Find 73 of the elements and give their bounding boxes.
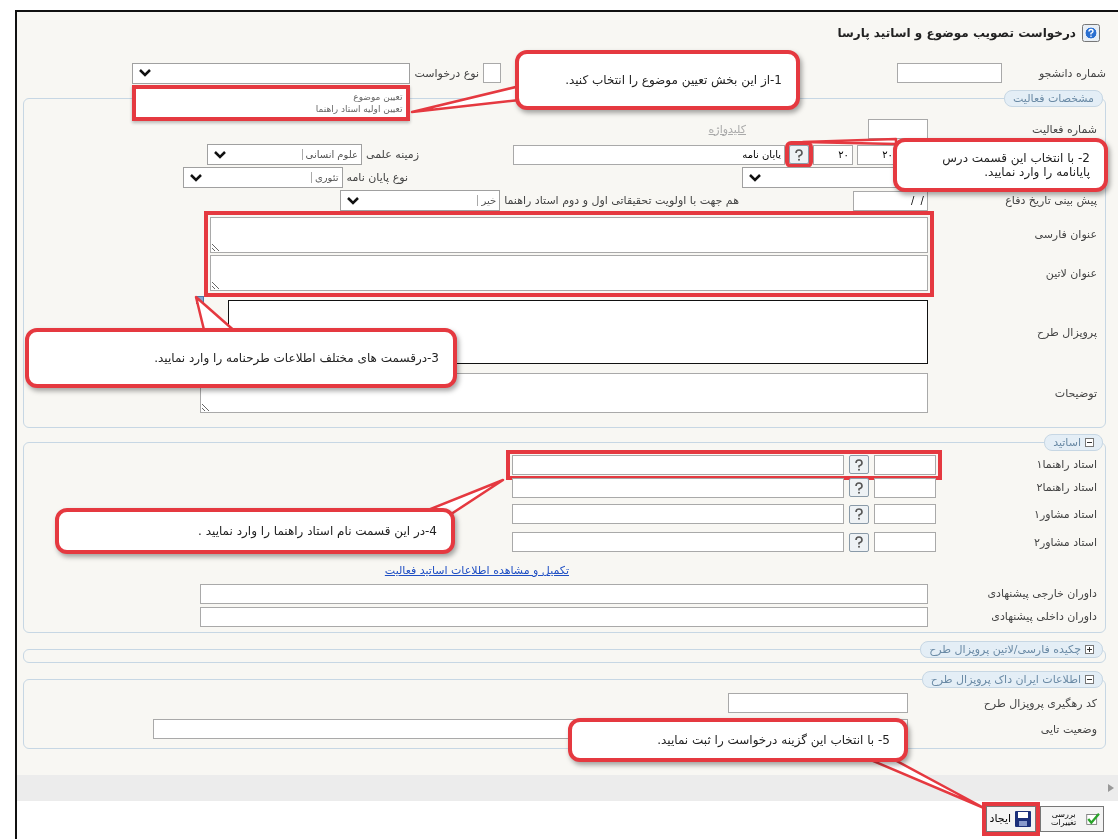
chevron-down-icon xyxy=(139,69,152,77)
collapse-icon[interactable] xyxy=(1085,438,1094,447)
text-field[interactable] xyxy=(728,693,908,713)
dropdown-option[interactable]: تعیین اولیه استاد راهنما xyxy=(138,102,405,115)
text-field[interactable] xyxy=(200,583,928,604)
help-button[interactable] xyxy=(849,532,869,552)
field-label: شماره دانشجو xyxy=(1037,66,1106,80)
professors-info-link[interactable]: تکمیل و مشاهده اطلاعات اساتید فعالیت xyxy=(384,564,569,577)
text-field[interactable] xyxy=(200,606,928,627)
review-button[interactable]: بررسی تغییرات xyxy=(1040,806,1104,832)
text-field[interactable]: ۲۰ xyxy=(813,144,853,165)
field-label: نوع درخواست xyxy=(414,66,479,80)
field-label: استاد راهنما۱ xyxy=(1035,458,1097,471)
text-field[interactable] xyxy=(897,63,1002,83)
dropdown[interactable] xyxy=(742,167,897,188)
text-field[interactable] xyxy=(868,119,928,139)
section-legend: مشخصات فعالیت xyxy=(1004,90,1103,107)
dropdown-option[interactable]: تعیین موضوع xyxy=(138,90,405,103)
text-field[interactable] xyxy=(874,477,936,498)
legend-text: اساتید xyxy=(1053,436,1081,449)
field-label: کد رهگیری پروپزال طرح xyxy=(982,696,1097,710)
text-field[interactable]: پایان نامه xyxy=(513,144,785,165)
collapse-icon[interactable] xyxy=(1085,675,1094,684)
field-label: پروپزال طرح xyxy=(1035,325,1097,339)
help-icon xyxy=(854,536,864,548)
field-label: استاد مشاور۱ xyxy=(1033,507,1097,521)
callout-tooltip: 1-از این بخش تعیین موضوع را انتخاب کنید. xyxy=(515,50,800,110)
dropdown[interactable]: علوم انسانی xyxy=(207,144,362,165)
help-icon xyxy=(854,458,864,471)
text-field[interactable] xyxy=(512,454,844,475)
dropdown[interactable]: خیر xyxy=(340,190,501,211)
chevron-down-icon xyxy=(749,173,761,182)
text-field[interactable] xyxy=(512,532,844,552)
text-field[interactable] xyxy=(512,477,844,498)
field-label: عنوان لاتین xyxy=(1044,267,1097,280)
date-field[interactable]: / / xyxy=(853,190,928,211)
text-field[interactable] xyxy=(874,504,936,524)
help-button[interactable] xyxy=(849,504,869,524)
horizontal-scrollbar[interactable] xyxy=(17,775,1118,801)
help-icon xyxy=(854,481,864,494)
help-button[interactable] xyxy=(849,455,869,474)
text-field[interactable] xyxy=(874,454,936,475)
legend-text: چکیده فارسی/لاتین پروپزال طرح xyxy=(929,643,1081,656)
dropdown[interactable]: تئوری xyxy=(182,167,343,188)
help-icon xyxy=(794,148,804,161)
legend-text: اطلاعات ایران داک پروپزال طرح xyxy=(930,673,1081,686)
field-label: زمینه علمی xyxy=(366,148,419,161)
checkmark-icon xyxy=(1086,810,1100,828)
field-label: نوع پایان نامه xyxy=(346,171,408,184)
field-label: وضعیت تایی xyxy=(1039,722,1097,736)
chevron-down-icon xyxy=(214,150,226,159)
chevron-down-icon xyxy=(347,196,360,205)
help-button[interactable] xyxy=(849,478,869,497)
field-label: هم جهت با اولویت تحقیقاتی اول و دوم استاد راهنما xyxy=(504,194,739,207)
callout-tooltip: 5- با انتخاب این گزینه درخواست را ثبت نمایید. xyxy=(568,718,908,762)
text-field[interactable] xyxy=(512,504,844,524)
text-field[interactable] xyxy=(874,532,936,552)
field-label: توضیحات xyxy=(1053,386,1097,400)
field-label: استاد راهنما۲ xyxy=(1035,481,1097,494)
field-label: داوران خارجی پیشنهادی xyxy=(986,587,1097,600)
expand-icon[interactable] xyxy=(1085,645,1094,654)
field-label: عنوان فارسی xyxy=(1033,228,1097,241)
scroll-arrow-icon[interactable] xyxy=(1108,784,1114,792)
callout-tooltip: 2- با انتخاب این قسمت درس پایانامه را وارد نمایید. xyxy=(893,138,1108,192)
page-title: درخواست تصویب موضوع و اساتید پارسا xyxy=(837,26,1076,40)
chevron-down-icon xyxy=(189,173,202,182)
field-label: استاد مشاور۲ xyxy=(1033,535,1097,549)
field-label: شماره فعالیت xyxy=(1031,122,1097,136)
help-icon xyxy=(854,508,864,520)
help-icon[interactable] xyxy=(1082,24,1100,42)
field-label: داوران داخلی پیشنهادی xyxy=(990,610,1097,623)
field-label: پیش بینی تاریخ دفاع xyxy=(1004,194,1097,207)
text-field[interactable] xyxy=(483,63,501,83)
